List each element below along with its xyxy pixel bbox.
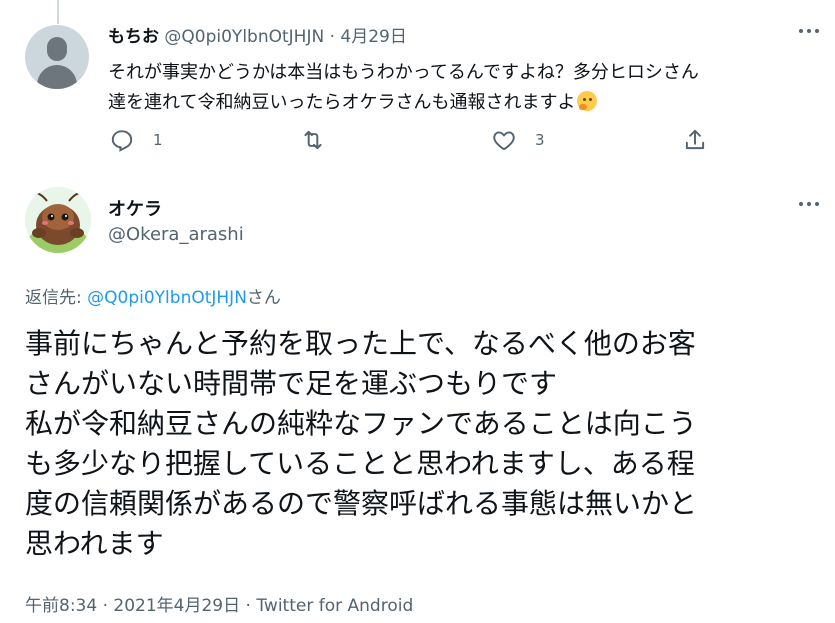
tweet-text-fragment: 達を連れて令和納豆いったらオケラさんも通報されますよ [108, 92, 576, 113]
tweet-text: 事前にちゃんと予約を取った上で、なるべく他のお客 さんがいない時間帯で足を運ぶつ… [25, 327, 698, 560]
separator: · [97, 596, 114, 616]
separator: · [240, 596, 257, 616]
replying-to-label: 返信先: [25, 288, 88, 308]
tweet-date[interactable]: 4月29日 [340, 27, 406, 47]
tweet-text-line: 達を連れて令和納豆いったらオケラさんも通報されますよ [108, 88, 808, 118]
display-name[interactable]: もちお [108, 27, 159, 47]
share-icon [685, 129, 705, 150]
reply-button[interactable]: 1 [109, 124, 163, 156]
reply-count: 1 [153, 131, 163, 149]
tweet-date[interactable]: 2021年4月29日 [113, 596, 240, 616]
tweet-source[interactable]: Twitter for Android [256, 596, 413, 616]
reply-icon [111, 130, 133, 152]
like-button[interactable]: 3 [491, 124, 545, 156]
tweet-text-line: それが事実かどうかは本当はもうわかってるんですよね？多分ヒロシさん [108, 62, 699, 83]
display-name[interactable]: オケラ [108, 195, 162, 221]
avatar[interactable] [25, 187, 91, 253]
retweet-button[interactable] [300, 124, 344, 156]
thinking-face-icon [577, 91, 598, 111]
tweet-timestamp: 午前8:34 · 2021年4月29日 · Twitter for Androi… [25, 591, 413, 616]
separator: · [329, 27, 335, 47]
more-icon[interactable] [797, 199, 821, 209]
reply-tweet[interactable]: もちお @Q0pi0YlbnOtJHJN · 4月29日 それが事実かどうかは本… [0, 0, 835, 170]
tweet-time[interactable]: 午前8:34 [25, 596, 97, 616]
avatar[interactable] [25, 25, 89, 89]
tweet-text: それが事実かどうかは本当はもうわかってるんですよね？多分ヒロシさん 達を連れて令… [108, 58, 808, 118]
like-icon [493, 131, 515, 151]
like-count: 3 [535, 131, 545, 149]
avatar-torso [37, 65, 77, 89]
retweet-icon [304, 130, 322, 150]
more-icon[interactable] [797, 26, 821, 36]
avatar-head [47, 37, 67, 61]
handle[interactable]: @Q0pi0YlbnOtJHJN [164, 27, 324, 47]
action-bar: 1 3 [0, 124, 835, 156]
mention-link[interactable]: @Q0pi0YlbnOtJHJN [87, 288, 247, 308]
reply-header: もちお @Q0pi0YlbnOtJHJN · 4月29日 [108, 22, 407, 47]
replying-to: 返信先: @Q0pi0YlbnOtJHJNさん [25, 283, 281, 308]
replying-to-suffix: さん [246, 288, 281, 308]
okera-avatar-icon [25, 187, 91, 253]
share-button[interactable] [682, 124, 708, 156]
handle[interactable]: @Okera_arashi [108, 224, 244, 245]
